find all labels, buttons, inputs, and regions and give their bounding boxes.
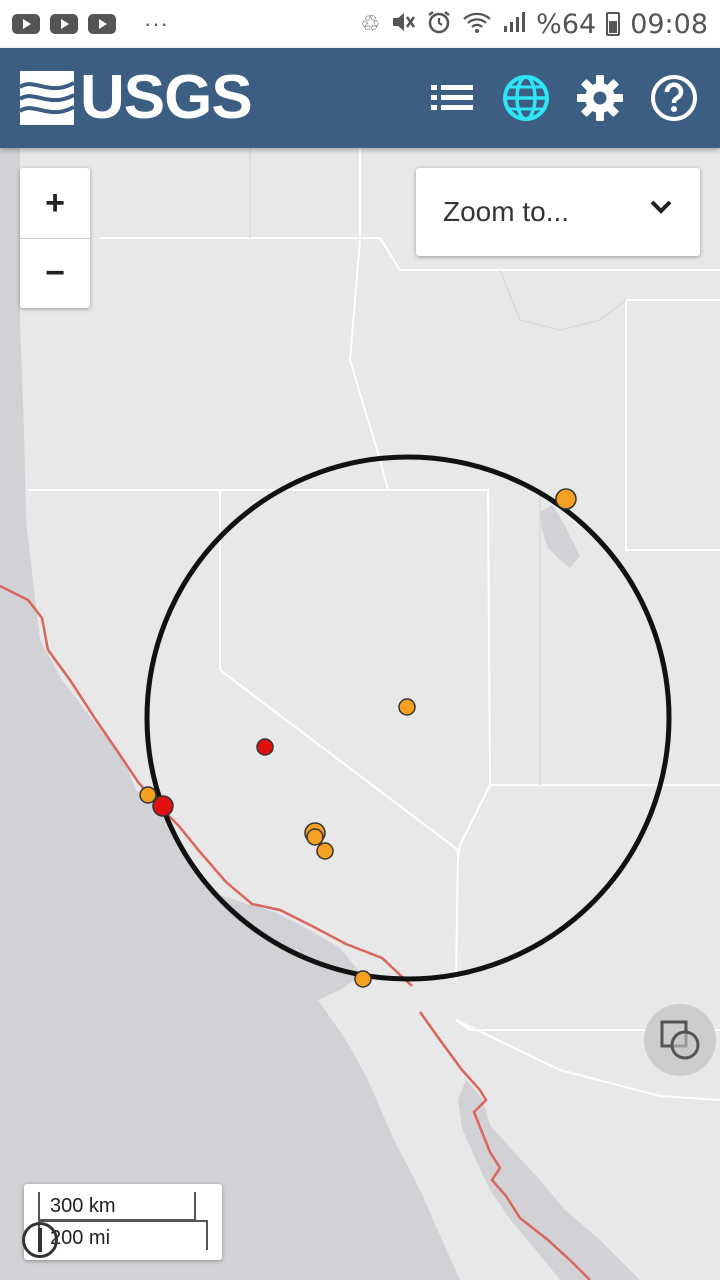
signal-icon [502,10,526,39]
clock: 09:08 [630,8,708,40]
earthquake-marker[interactable] [555,488,577,510]
earthquake-marker[interactable] [306,828,324,846]
status-bar: ··· ♲ %64 09:08 [0,0,720,48]
recycle-icon: ♲ [360,11,381,36]
touch-pointer-icon [22,1222,58,1258]
app-header: USGS [0,48,720,148]
earthquake-marker[interactable] [139,786,157,804]
earthquake-marker[interactable] [256,738,274,756]
wifi-icon [462,10,492,39]
globe-icon [503,75,549,121]
settings-button[interactable] [576,74,624,122]
map-svg [0,148,720,1280]
youtube-notification-icon [50,14,78,34]
status-left: ··· [12,13,169,35]
battery-percent: %64 [536,8,597,40]
list-icon [431,85,473,110]
map-view-button[interactable] [502,74,550,122]
status-right: ♲ %64 09:08 [360,9,708,40]
help-icon [651,75,697,121]
alarm-icon [426,9,452,40]
list-view-button[interactable] [428,74,476,122]
more-notifications-icon: ··· [144,11,169,36]
earthquake-marker[interactable] [354,970,372,988]
earthquake-marker[interactable] [152,795,174,817]
chevron-down-icon [650,200,672,214]
scale-mi-label: 200 mi [50,1227,111,1249]
earthquake-marker[interactable] [398,698,416,716]
zoom-to-label: Zoom to... [443,196,570,227]
layers-icon [660,1020,700,1060]
zoom-in-button[interactable]: + [20,168,90,238]
usgs-logo-text: USGS [80,63,253,132]
map-canvas[interactable] [0,148,720,1280]
earthquake-marker[interactable] [316,842,334,860]
youtube-notification-icon [88,14,116,34]
usgs-logo[interactable]: USGS [20,63,253,132]
mute-icon [390,10,416,39]
scale-km-label: 300 km [50,1195,116,1217]
battery-icon [606,12,621,36]
usgs-wave-logo-icon [20,71,74,125]
layers-button[interactable] [644,1004,716,1076]
zoom-control: + − [20,168,90,308]
zoom-to-dropdown[interactable]: Zoom to... [416,168,700,256]
youtube-notification-icon [12,14,40,34]
help-button[interactable] [650,74,698,122]
gear-icon [577,75,623,121]
usgs-app: ··· ♲ %64 09:08 USGS + − Zoom to... 300 … [0,0,720,1280]
header-actions [428,48,698,148]
zoom-out-button[interactable]: − [20,238,90,308]
